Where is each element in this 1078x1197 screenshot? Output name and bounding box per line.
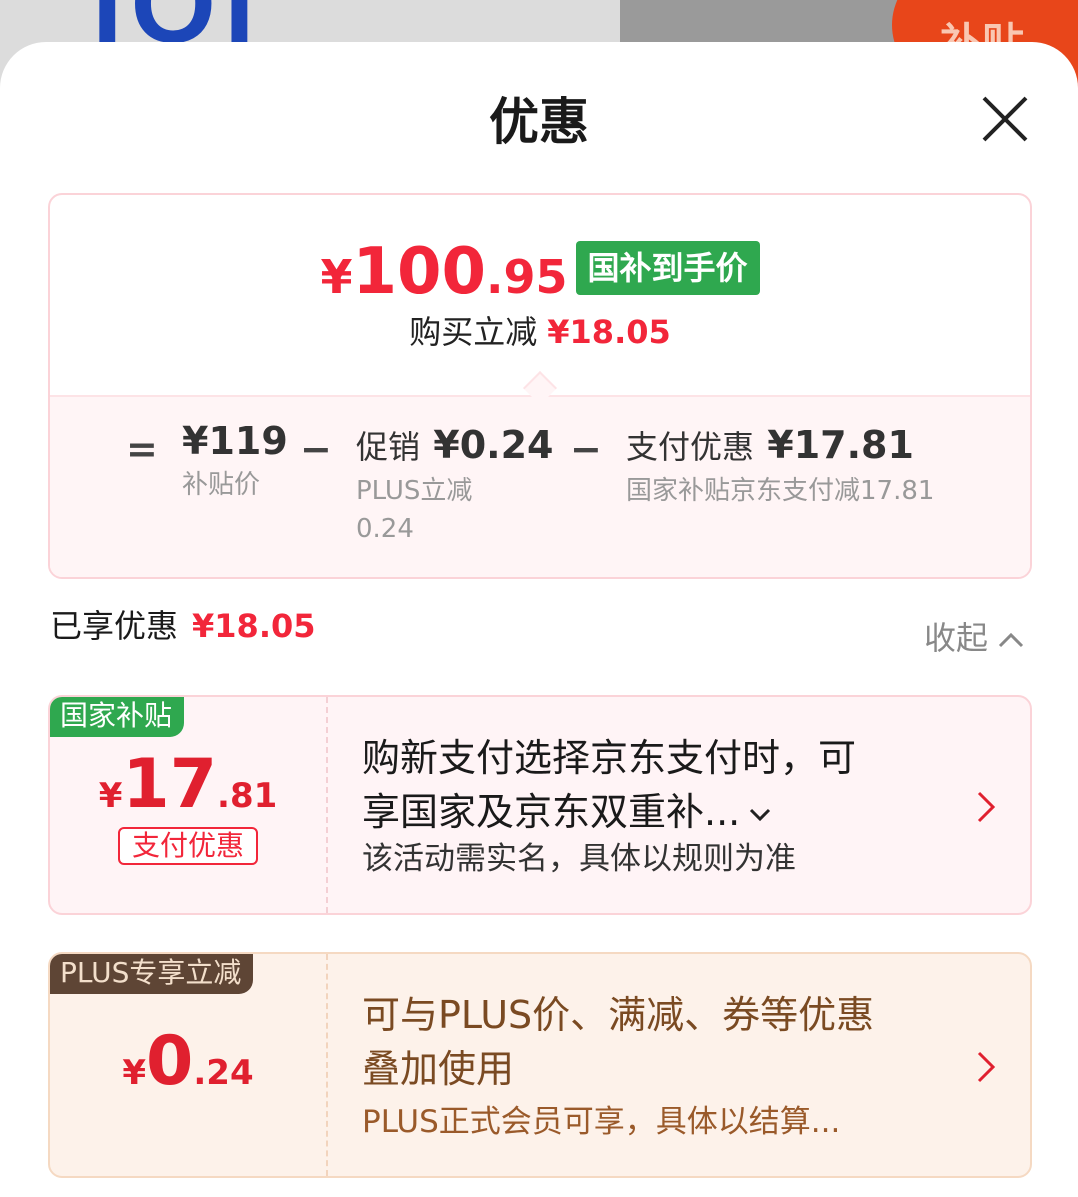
coupon-desc-line2: 叠加使用 [362,1047,515,1091]
final-price: ¥100.95 [320,235,567,309]
coupon-decimal: .24 [193,1053,254,1093]
discount-sheet: 优惠 ¥100.95 国补到手价 购买立减 ¥18.05 = ¥119 补贴价 − … [0,42,1078,1197]
coupon-badge: 国家补贴 [50,697,185,737]
minus-sign-1: − [300,427,332,471]
enjoyed-discount: 已享优惠 ¥18.05 [50,604,316,648]
base-price-value: ¥119 [182,419,288,463]
chevron-right-icon[interactable] [974,1049,998,1085]
final-price-decimal: .95 [486,250,568,304]
instant-discount-row: 购买立减 ¥18.05 [50,312,1030,352]
coupon-badge: PLUS专享立减 [50,954,254,994]
payment-breakdown: 支付优惠 ¥17.81 [626,423,914,469]
enjoyed-value: ¥18.05 [192,607,316,645]
final-price-row: ¥100.95 国补到手价 [50,235,1030,309]
instant-discount-value: ¥18.05 [547,313,671,351]
coupon-note: PLUS正式会员可享，具体以结算... [362,1104,841,1140]
coupon-integer: 0 [146,1022,194,1101]
coupon-amount: ¥0.24 [50,1022,326,1101]
payment-label: 支付优惠 [626,428,755,466]
price-summary-card: ¥100.95 国补到手价 购买立减 ¥18.05 = ¥119 补贴价 − 促销 … [48,193,1032,579]
coupon-desc-line2: 享国家及京东双重补... [362,790,741,834]
coupon-currency: ¥ [98,776,123,816]
base-price-label: 补贴价 [182,470,261,500]
coupon-desc-line1: 可与PLUS价、满减、券等优惠 [362,993,875,1037]
coupon-divider [326,697,328,913]
final-price-currency: ¥ [320,250,353,304]
promo-value: ¥0.24 [433,423,554,467]
coupon-description[interactable]: 购新支付选择京东支付时，可 享国家及京东双重补... [362,731,942,839]
chevron-up-icon [998,632,1024,648]
coupon-amount: ¥17.81 [50,745,326,824]
coupon-decimal: .81 [217,776,278,816]
promo-sub-line2: 0.24 [356,514,414,544]
promo-label: 促销 [356,428,421,466]
payment-value: ¥17.81 [767,423,914,467]
coupon-description: 可与PLUS价、满减、券等优惠 叠加使用 [362,988,942,1096]
coupon-currency: ¥ [122,1053,147,1093]
coupon-desc-line1: 购新支付选择京东支付时，可 [362,736,857,780]
chevron-right-icon[interactable] [974,789,998,825]
chevron-down-icon[interactable] [748,807,772,823]
payment-sub: 国家补贴京东支付减17.81 [626,476,935,506]
minus-sign-2: − [570,427,602,471]
equals-sign: = [126,427,158,471]
payment-discount-tag: 支付优惠 [118,827,258,865]
coupon-integer: 17 [122,745,218,824]
coupon-note: 该活动需实名，具体以规则为准 [362,841,796,877]
promo-breakdown: 促销 ¥0.24 [356,423,553,469]
collapse-label: 收起 [924,619,989,657]
sheet-title: 优惠 [489,93,589,151]
promo-sub-line1: PLUS立减 [356,476,473,506]
coupon-divider [326,954,328,1176]
final-price-integer: 100 [352,235,487,309]
enjoyed-label: 已享优惠 [50,607,179,645]
subsidy-price-tag: 国补到手价 [575,241,760,295]
instant-discount-label: 购买立减 [409,313,538,351]
collapse-button[interactable]: 收起 [924,616,1024,660]
coupon-card-plus[interactable]: PLUS专享立减 ¥0.24 可与PLUS价、满减、券等优惠 叠加使用 PLUS… [48,952,1032,1178]
coupon-card-national-subsidy[interactable]: 国家补贴 ¥17.81 支付优惠 购新支付选择京东支付时，可 享国家及京东双重补… [48,695,1032,915]
close-icon[interactable] [980,94,1030,144]
